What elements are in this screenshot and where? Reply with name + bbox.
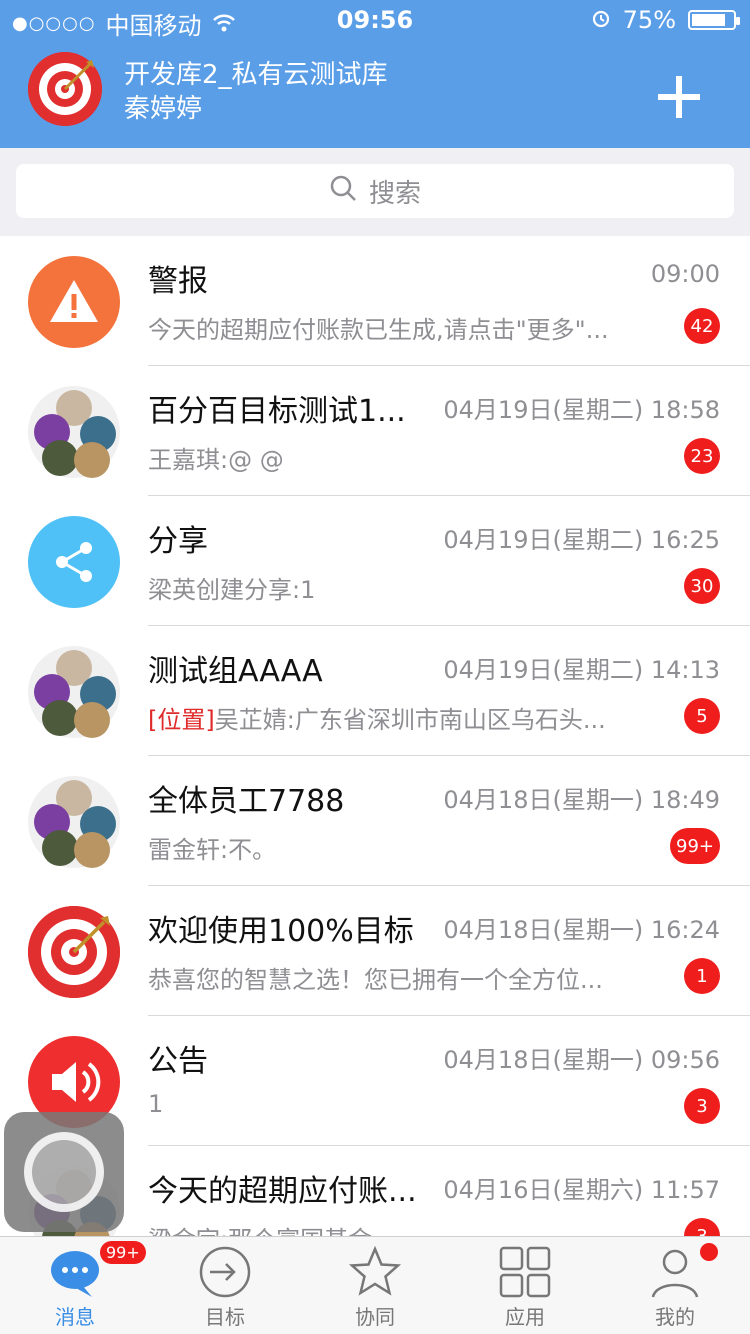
messages-badge: 99+: [100, 1241, 146, 1264]
conversation-time: 04月18日(星期一) 16:24: [443, 916, 720, 944]
location-tag: [位置]: [148, 706, 215, 734]
search-area: 搜索: [0, 148, 750, 236]
conversation-name: 警报: [148, 264, 208, 299]
tab-collaboration[interactable]: 协同: [300, 1237, 450, 1334]
status-right: 75%: [591, 6, 740, 34]
battery-percent: 75%: [622, 6, 676, 34]
conversation-time: 09:00: [650, 260, 720, 288]
tab-apps[interactable]: 应用: [450, 1237, 600, 1334]
profile-dot-badge: [700, 1243, 718, 1261]
chat-bubble-icon: [51, 1251, 99, 1297]
unread-badge: 3: [684, 1088, 720, 1124]
conversation-preview: 王嘉琪:@ @: [148, 446, 284, 474]
unread-badge: 5: [684, 698, 720, 734]
conversation-row-share[interactable]: 分享 04月19日(星期二) 16:25 梁英创建分享:1 30: [0, 496, 750, 626]
conversation-preview: 今天的超期应付账款已生成,请点击"更多"...: [148, 316, 609, 344]
conversation-list[interactable]: 警报 09:00 今天的超期应付账款已生成,请点击"更多"... 42 百分百目…: [0, 236, 750, 1236]
star-icon: [348, 1245, 402, 1296]
conversation-name: 分享: [148, 524, 208, 559]
group-avatar: [28, 646, 120, 738]
conversation-preview: 梁英创建分享:1: [148, 576, 316, 604]
member-avatar: [42, 700, 78, 736]
conversation-time: 04月19日(星期二) 16:25: [443, 526, 720, 554]
conversation-name: 今天的超期应付账...: [148, 1174, 417, 1209]
tab-goals[interactable]: 目标: [150, 1237, 300, 1334]
header-bar: ●○○○○ 中国移动 09:56 75% 开发库2_私有云测试库 秦婷婷: [0, 0, 750, 148]
conversation-row-group[interactable]: 百分百目标测试1... 04月19日(星期二) 18:58 王嘉琪:@ @ 23: [0, 366, 750, 496]
member-avatar: [42, 830, 78, 866]
member-avatar: [42, 440, 78, 476]
grid-icon: [499, 1246, 551, 1298]
conversation-time: 04月19日(星期二) 18:58: [443, 396, 720, 424]
alarm-icon: [591, 6, 611, 34]
conversation-name: 公告: [148, 1044, 208, 1079]
assistive-touch-ring: [24, 1132, 104, 1212]
search-input[interactable]: 搜索: [16, 164, 734, 218]
conversation-time: 04月18日(星期一) 18:49: [443, 786, 720, 814]
enter-arrow-icon: [199, 1246, 251, 1298]
unread-badge: 23: [684, 438, 720, 474]
unread-badge: 30: [684, 568, 720, 604]
conversation-preview: 梁金宇:那个富国基金: [148, 1220, 372, 1236]
conversation-row-group[interactable]: 测试组AAAA 04月19日(星期二) 14:13 [位置]吴芷婧:广东省深圳市…: [0, 626, 750, 756]
search-icon: [329, 174, 357, 209]
tab-label: 协同: [355, 1305, 395, 1329]
conversation-name: 百分百目标测试1...: [148, 394, 406, 429]
alert-icon: [28, 256, 120, 348]
conversation-time: 04月18日(星期一) 09:56: [443, 1046, 720, 1074]
battery-icon: [688, 10, 740, 30]
group-avatar: [28, 776, 120, 868]
assistive-touch-button[interactable]: [4, 1112, 124, 1232]
status-bar: ●○○○○ 中国移动 09:56 75%: [0, 0, 750, 40]
conversation-name: 测试组AAAA: [148, 654, 323, 689]
tab-messages[interactable]: 99+ 消息: [0, 1237, 150, 1334]
app-logo[interactable]: [28, 52, 102, 126]
conversation-preview: 雷金轩:不。: [148, 836, 277, 864]
unread-badge: 1: [684, 958, 720, 994]
user-name: 秦婷婷: [124, 94, 203, 124]
conversation-preview: 1: [148, 1090, 164, 1118]
search-placeholder: 搜索: [368, 178, 421, 209]
unread-badge: 42: [684, 308, 720, 344]
tab-bar: 99+ 消息 目标 协同 应用 我的: [0, 1236, 750, 1334]
conversation-row-alert[interactable]: 警报 09:00 今天的超期应付账款已生成,请点击"更多"... 42: [0, 236, 750, 366]
conversation-preview: 恭喜您的智慧之选！您已拥有一个全方位...: [148, 966, 603, 994]
unread-badge: 99+: [670, 828, 720, 864]
conversation-name: 欢迎使用100%目标: [148, 914, 414, 949]
preview-text: 吴芷婧:广东省深圳市南山区乌石头...: [214, 706, 606, 734]
conversation-time: 04月16日(星期六) 11:57: [443, 1176, 720, 1204]
conversation-row-group[interactable]: 全体员工7788 04月18日(星期一) 18:49 雷金轩:不。 99+: [0, 756, 750, 886]
target-icon: [28, 906, 120, 998]
add-button[interactable]: [652, 70, 706, 124]
tab-label: 应用: [505, 1305, 545, 1329]
tab-label: 目标: [205, 1305, 245, 1329]
share-icon: [28, 516, 120, 608]
unread-badge: 3: [684, 1218, 720, 1236]
tab-label: 消息: [55, 1305, 95, 1329]
tab-label: 我的: [655, 1305, 695, 1329]
member-avatar: [74, 442, 110, 478]
group-avatar: [28, 386, 120, 478]
tab-profile[interactable]: 我的: [600, 1237, 750, 1334]
member-avatar: [74, 702, 110, 738]
conversation-row-target[interactable]: 欢迎使用100%目标 04月18日(星期一) 16:24 恭喜您的智慧之选！您已…: [0, 886, 750, 1016]
workspace-title: 开发库2_私有云测试库: [124, 60, 388, 90]
conversation-preview: [位置]吴芷婧:广东省深圳市南山区乌石头...: [148, 700, 606, 735]
member-avatar: [74, 832, 110, 868]
conversation-time: 04月19日(星期二) 14:13: [443, 656, 720, 684]
conversation-name: 全体员工7788: [148, 784, 345, 819]
person-icon: [651, 1249, 699, 1298]
